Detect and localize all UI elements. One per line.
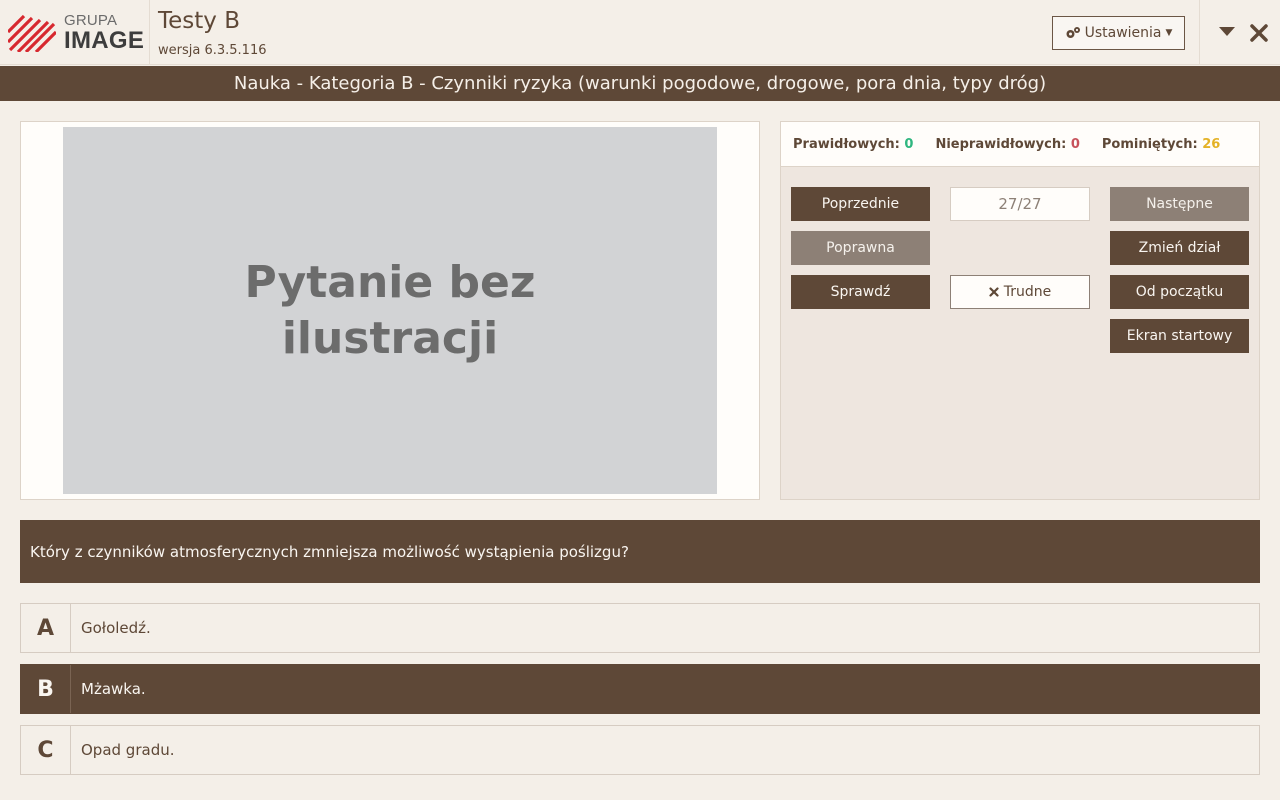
answer-option-a[interactable]: A Gołoledź. bbox=[20, 603, 1260, 653]
stat-skipped: Pominiętych: 26 bbox=[1102, 137, 1220, 152]
stats-bar: Prawidłowych: 0 Nieprawidłowych: 0 Pomin… bbox=[781, 122, 1259, 167]
caret-down-icon[interactable] bbox=[1219, 27, 1235, 37]
difficult-label: Trudne bbox=[1003, 284, 1052, 300]
header-divider bbox=[1199, 0, 1200, 64]
x-mark-icon bbox=[989, 287, 999, 297]
gears-icon bbox=[1066, 27, 1080, 38]
question-counter: 27/27 bbox=[950, 187, 1090, 221]
settings-label: Ustawienia bbox=[1084, 25, 1162, 41]
app-title: Testy B bbox=[158, 8, 240, 34]
next-button[interactable]: Następne bbox=[1110, 187, 1249, 221]
settings-button[interactable]: Ustawienia ▼ bbox=[1052, 16, 1185, 50]
answer-text: Mżawka. bbox=[81, 680, 146, 698]
stat-incorrect: Nieprawidłowych: 0 bbox=[935, 137, 1079, 152]
answer-letter: C bbox=[21, 726, 71, 774]
stat-correct: Prawidłowych: 0 bbox=[793, 137, 913, 152]
control-panel: Prawidłowych: 0 Nieprawidłowych: 0 Pomin… bbox=[780, 121, 1260, 500]
app-version: wersja 6.3.5.116 bbox=[158, 43, 267, 58]
start-screen-button[interactable]: Ekran startowy bbox=[1110, 319, 1249, 353]
question-image-panel: Pytanie bez ilustracji bbox=[20, 121, 760, 500]
chevron-down-icon: ▼ bbox=[1165, 28, 1173, 38]
difficult-button[interactable]: Trudne bbox=[950, 275, 1090, 309]
header-divider bbox=[149, 0, 150, 64]
check-button[interactable]: Sprawdź bbox=[791, 275, 930, 309]
answer-option-b[interactable]: B Mżawka. bbox=[20, 664, 1260, 714]
answer-text: Gołoledź. bbox=[81, 619, 151, 637]
grupa-image-logo: GRUPA IMAGE bbox=[8, 12, 148, 54]
stat-skipped-label: Pominiętych: bbox=[1101, 136, 1198, 152]
answer-option-c[interactable]: C Opad gradu. bbox=[20, 725, 1260, 775]
stat-correct-value: 0 bbox=[904, 136, 914, 152]
change-section-button[interactable]: Zmień dział bbox=[1110, 231, 1249, 265]
stat-incorrect-label: Nieprawidłowych: bbox=[935, 136, 1067, 152]
logo-image-text: IMAGE bbox=[64, 27, 145, 54]
stat-correct-label: Prawidłowych: bbox=[793, 136, 900, 152]
answer-text: Opad gradu. bbox=[81, 741, 175, 759]
stat-incorrect-value: 0 bbox=[1070, 136, 1080, 152]
close-icon[interactable] bbox=[1250, 24, 1268, 42]
question-text: Który z czynników atmosferycznych zmniej… bbox=[20, 520, 1260, 583]
answer-letter: B bbox=[21, 665, 71, 713]
image-placeholder-text: Pytanie bez ilustracji bbox=[244, 256, 536, 364]
previous-button[interactable]: Poprzednie bbox=[791, 187, 930, 221]
correct-answer-button[interactable]: Poprawna bbox=[791, 231, 930, 265]
answer-letter: A bbox=[21, 604, 71, 652]
from-start-button[interactable]: Od początku bbox=[1110, 275, 1249, 309]
stat-skipped-value: 26 bbox=[1202, 136, 1221, 152]
logo-stripes-icon bbox=[8, 14, 56, 52]
category-title: Nauka - Kategoria B - Czynniki ryzyka (w… bbox=[0, 66, 1280, 101]
app-header: GRUPA IMAGE Testy B wersja 6.3.5.116 Ust… bbox=[0, 0, 1280, 65]
question-image-placeholder: Pytanie bez ilustracji bbox=[63, 127, 717, 494]
